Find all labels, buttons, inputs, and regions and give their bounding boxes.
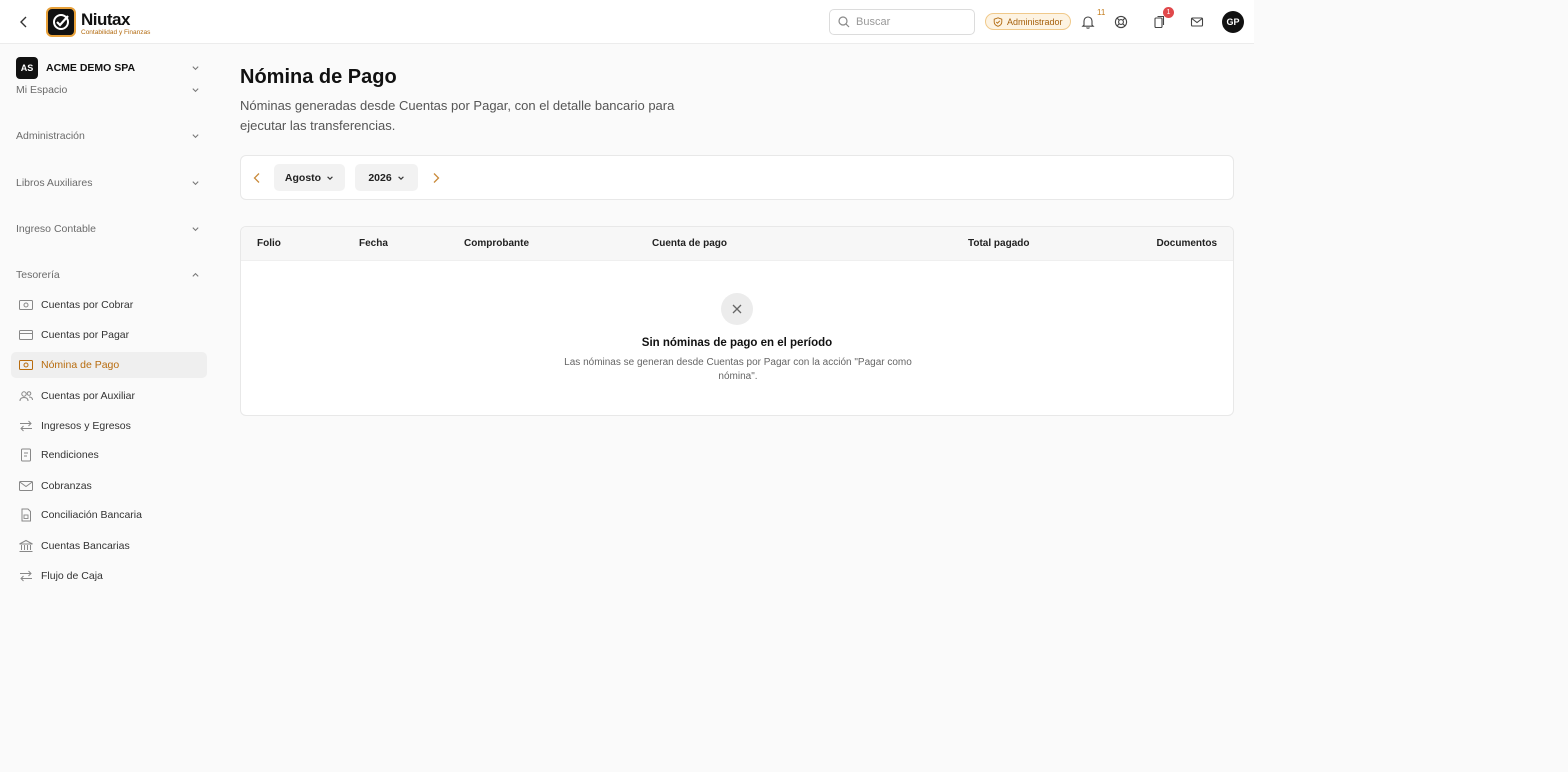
sidebar-item-label: Cuentas Bancarias — [41, 540, 130, 552]
sidebar-item-label: Cobranzas — [41, 480, 92, 492]
search-input[interactable] — [856, 16, 956, 28]
column-documentos[interactable]: Documentos — [1156, 238, 1217, 249]
previous-period-button[interactable] — [248, 169, 266, 187]
chevron-down-icon — [397, 175, 404, 180]
sidebar-item-label: Flujo de Caja — [41, 570, 103, 582]
sidebar-item-flujo-de-caja[interactable]: Flujo de Caja — [11, 563, 207, 589]
role-badge[interactable]: Administrador — [985, 13, 1071, 30]
top-bar: Niutax Contabilidad y Finanzas Administr… — [0, 0, 1254, 44]
sidebar-item-label: Rendiciones — [41, 449, 99, 461]
notifications-count: 11 — [1097, 8, 1106, 17]
users-icon — [17, 387, 35, 405]
empty-state-description: Las nóminas se generan desde Cuentas por… — [564, 357, 912, 382]
payroll-table: Folio Fecha Comprobante Cuenta de pago T… — [240, 226, 1234, 416]
tasks-count: 1 — [1163, 7, 1174, 18]
section-label: Administración — [16, 130, 85, 142]
column-folio[interactable]: Folio — [257, 238, 281, 249]
sidebar-item-conciliacion-bancaria[interactable]: Conciliación Bancaria — [11, 502, 207, 528]
empty-state-title: Sin nóminas de pago en el período — [641, 337, 833, 349]
month-select[interactable]: Agosto — [274, 164, 345, 191]
brand-logo[interactable] — [46, 7, 76, 37]
money-icon — [17, 296, 35, 314]
bank-icon — [17, 537, 35, 555]
chevron-right-icon — [433, 173, 440, 183]
next-period-button[interactable] — [427, 169, 445, 187]
section-label: Tesorería — [16, 269, 60, 281]
sidebar-item-cobranzas[interactable]: Cobranzas — [11, 473, 207, 499]
mail-icon — [17, 477, 35, 495]
empty-state-icon-circle — [721, 293, 753, 325]
arrows-icon — [17, 417, 35, 435]
sidebar-item-label: Cuentas por Cobrar — [41, 299, 134, 311]
sidebar-item-cuentas-por-pagar[interactable]: Cuentas por Pagar — [11, 322, 207, 348]
user-avatar[interactable]: GP — [1222, 11, 1244, 33]
search-box[interactable] — [829, 9, 975, 35]
close-icon — [732, 304, 742, 314]
period-selector: Agosto 2026 — [240, 155, 1234, 200]
section-libros-auxiliares[interactable]: Libros Auxiliares — [16, 174, 206, 192]
sidebar-item-label: Cuentas por Auxiliar — [41, 390, 135, 402]
sidebar-item-ingresos-y-egresos[interactable]: Ingresos y Egresos — [11, 413, 207, 439]
shield-check-icon — [993, 16, 1003, 27]
year-select-value: 2026 — [368, 171, 392, 184]
lifebuoy-icon — [1114, 15, 1128, 29]
role-badge-label: Administrador — [1007, 16, 1063, 27]
company-selector[interactable]: AS ACME DEMO SPA — [16, 57, 206, 79]
sidebar-item-rendiciones[interactable]: Rendiciones — [11, 442, 207, 468]
card-icon — [17, 326, 35, 344]
arrows-icon — [17, 567, 35, 585]
section-label: Ingreso Contable — [16, 223, 96, 235]
section-tesoreria[interactable]: Tesorería — [16, 266, 206, 284]
sidebar-item-cuentas-bancarias[interactable]: Cuentas Bancarias — [11, 533, 207, 559]
sidebar-item-label: Cuentas por Pagar — [41, 329, 130, 341]
page-title: Nómina de Pago — [240, 66, 397, 88]
sidebar-item-label: Conciliación Bancaria — [41, 509, 142, 521]
column-cuenta-de-pago[interactable]: Cuenta de pago — [652, 238, 727, 249]
chevron-left-icon — [253, 173, 260, 183]
bell-icon — [1081, 16, 1095, 29]
sidebar-item-cuentas-por-cobrar[interactable]: Cuentas por Cobrar — [11, 292, 207, 318]
help-button[interactable] — [1111, 12, 1131, 32]
chevron-left-icon — [20, 16, 27, 28]
column-comprobante[interactable]: Comprobante — [464, 238, 529, 249]
sidebar: AS ACME DEMO SPA Mi Espacio Administraci… — [0, 44, 218, 772]
month-select-value: Agosto — [284, 171, 322, 184]
sidebar-item-nomina-de-pago[interactable]: Nómina de Pago — [11, 352, 207, 378]
year-select[interactable]: 2026 — [355, 164, 418, 191]
chevron-up-icon — [192, 272, 199, 277]
section-administracion[interactable]: Administración — [16, 127, 206, 145]
mail-icon — [1190, 17, 1204, 27]
doc-lock-icon — [17, 506, 35, 524]
section-label: Mi Espacio — [16, 84, 68, 96]
chevron-down-icon — [192, 134, 199, 139]
page-description: Nóminas generadas desde Cuentas por Paga… — [240, 98, 675, 133]
sidebar-item-label: Nómina de Pago — [41, 359, 120, 371]
section-label: Libros Auxiliares — [16, 177, 93, 189]
brand-name: Niutax — [81, 10, 130, 29]
check-badge-icon — [53, 14, 69, 30]
table-header: Folio Fecha Comprobante Cuenta de pago T… — [241, 227, 1233, 261]
chevron-down-icon — [192, 88, 199, 93]
notifications-button[interactable] — [1078, 12, 1098, 32]
section-ingreso-contable[interactable]: Ingreso Contable — [16, 220, 206, 238]
column-total-pagado[interactable]: Total pagado — [968, 238, 1029, 249]
section-mi-espacio[interactable]: Mi Espacio — [16, 81, 206, 99]
receipt-icon — [17, 446, 35, 464]
company-name: ACME DEMO SPA — [46, 62, 136, 74]
chevron-down-icon — [192, 66, 199, 71]
clipboard-icon — [1154, 15, 1165, 29]
column-fecha[interactable]: Fecha — [359, 238, 388, 249]
chevron-down-icon — [327, 175, 333, 180]
company-badge: AS — [16, 57, 38, 79]
chevron-down-icon — [192, 181, 199, 186]
sidebar-item-label: Ingresos y Egresos — [41, 420, 131, 432]
brand-tagline: Contabilidad y Finanzas — [81, 29, 151, 36]
back-button[interactable] — [14, 12, 34, 32]
money-icon — [17, 356, 35, 374]
search-icon — [838, 16, 850, 28]
messages-button[interactable] — [1187, 12, 1207, 32]
sidebar-item-cuentas-por-auxiliar[interactable]: Cuentas por Auxiliar — [11, 383, 207, 409]
chevron-down-icon — [192, 227, 199, 232]
